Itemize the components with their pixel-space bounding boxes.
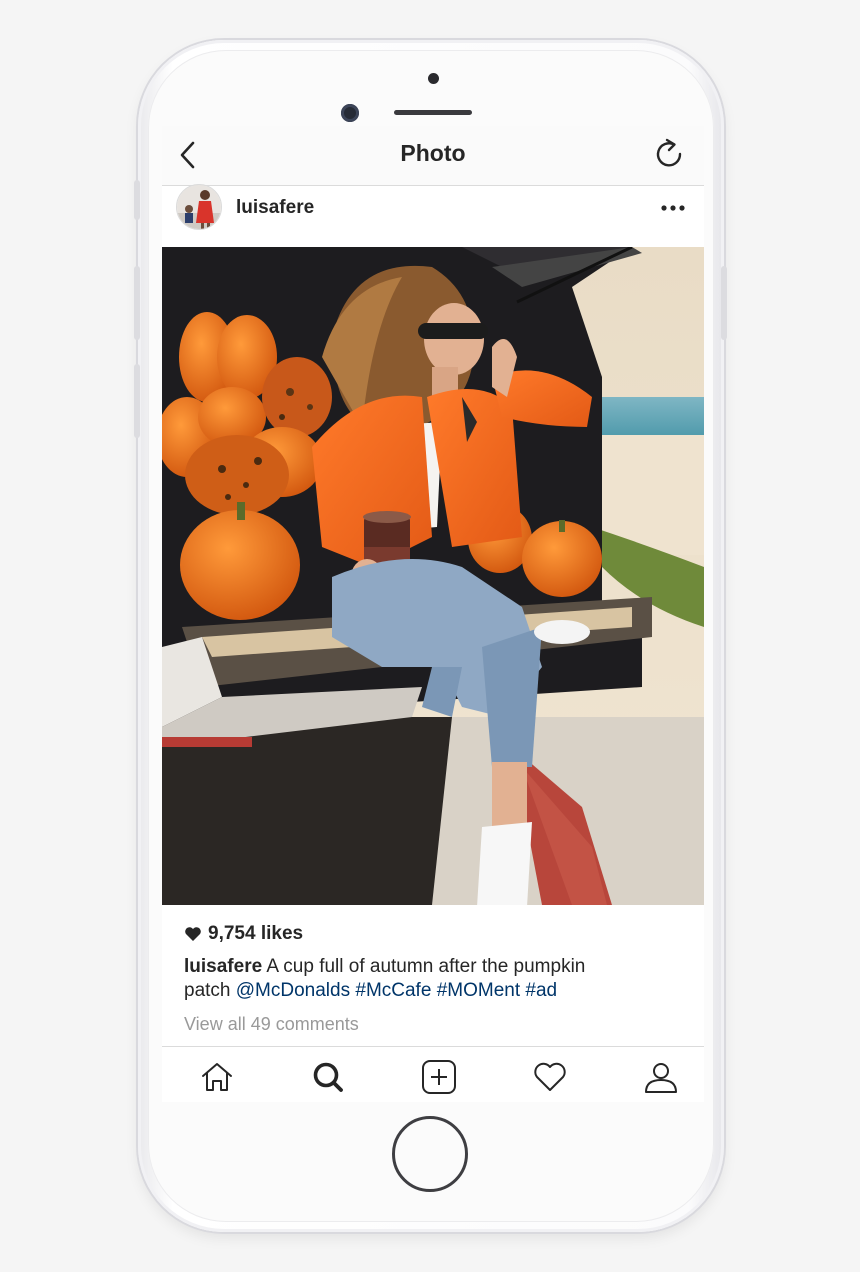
- caption-hashtag[interactable]: #MOMent: [437, 980, 520, 1001]
- caption-mention[interactable]: @McDonalds: [236, 980, 350, 1001]
- view-all-comments-link[interactable]: View all 49 comments: [184, 1014, 359, 1035]
- post-username[interactable]: luisafere: [236, 197, 314, 219]
- post-caption: luisafere A cup full of autumn after the…: [184, 955, 684, 1003]
- volume-up-button: [134, 266, 140, 340]
- photo-image: [162, 247, 704, 905]
- front-camera: [341, 104, 359, 122]
- tab-activity[interactable]: [532, 1059, 568, 1095]
- mute-switch: [134, 180, 140, 220]
- navigation-bar: Photo: [162, 126, 704, 186]
- tab-search[interactable]: [310, 1059, 346, 1095]
- heart-outline-icon: [534, 1062, 566, 1091]
- tab-new-post[interactable]: [421, 1059, 457, 1095]
- power-button: [721, 266, 727, 340]
- more-horizontal-icon: [661, 205, 685, 211]
- caption-hashtag[interactable]: #ad: [525, 980, 557, 1001]
- caption-username[interactable]: luisafere: [184, 956, 262, 977]
- post-photo[interactable]: [162, 247, 704, 905]
- home-button[interactable]: [392, 1116, 468, 1192]
- home-icon: [202, 1063, 232, 1091]
- caption-text-line2: patch: [184, 980, 231, 1001]
- volume-down-button: [134, 364, 140, 438]
- page-title: Photo: [400, 140, 466, 166]
- heart-filled-icon: [185, 927, 201, 941]
- proximity-sensor: [428, 73, 439, 84]
- caption-text-line1: A cup full of autumn after the pumpkin: [266, 956, 586, 977]
- avatar[interactable]: [176, 184, 222, 230]
- tab-bar: [162, 1046, 704, 1102]
- add-square-icon: [422, 1060, 456, 1094]
- caption-hashtag[interactable]: #McCafe: [355, 980, 431, 1001]
- refresh-button[interactable]: [654, 138, 684, 170]
- search-icon: [313, 1062, 343, 1092]
- app-screen: Photo luisafere 9,754 likes luisafere A …: [162, 126, 704, 1102]
- earpiece-speaker: [394, 110, 472, 115]
- tab-home[interactable]: [199, 1059, 235, 1095]
- tab-profile[interactable]: [643, 1059, 679, 1095]
- refresh-icon: [656, 138, 682, 167]
- more-options-button[interactable]: [658, 196, 688, 220]
- likes-count[interactable]: 9,754 likes: [184, 922, 303, 946]
- likes-text: 9,754 likes: [208, 923, 304, 944]
- avatar-image: [177, 185, 221, 229]
- user-icon: [645, 1063, 677, 1093]
